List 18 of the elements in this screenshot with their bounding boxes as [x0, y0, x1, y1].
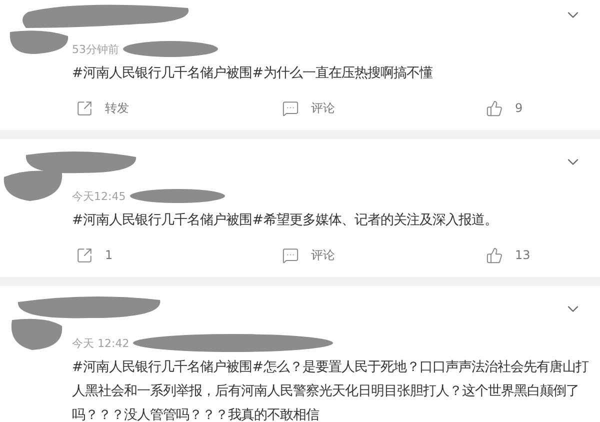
comment-icon [282, 100, 299, 116]
repost-button[interactable]: 转发 [72, 100, 133, 116]
post-time: 53分钟前 [72, 42, 119, 56]
thumbs-up-icon [486, 246, 503, 264]
like-button[interactable]: 9 [482, 100, 527, 116]
post-time: 今天 12:42 [72, 336, 130, 350]
repost-button[interactable]: 1 [72, 246, 117, 264]
like-button[interactable]: 13 [482, 246, 534, 264]
post-text: #河南人民银行几千名储户被围#希望更多媒体、记者的关注及深入报道。 [72, 212, 498, 230]
comment-button[interactable]: 评论 [278, 100, 339, 116]
thumbs-up-icon [486, 100, 503, 116]
share-icon [76, 246, 93, 264]
comment-button[interactable]: 评论 [278, 246, 339, 264]
post-time: 今天12:45 [72, 188, 126, 204]
post-text: #河南人民银行几千名储户被围#为什么一直在压热搜啊搞不懂 [72, 64, 434, 83]
share-icon [76, 100, 93, 116]
comment-icon [282, 246, 299, 264]
post-text: #河南人民银行几千名储户被围#怎么？是要置人民于死地？口口声声法治社会先有唐山打人黑社会和一系列举报，后有河南人民警察光天化日明目张胆打人？这个世界黑白颠倒了吗？？？没人管管吗？？？我真的不敢相信 [72, 358, 590, 422]
